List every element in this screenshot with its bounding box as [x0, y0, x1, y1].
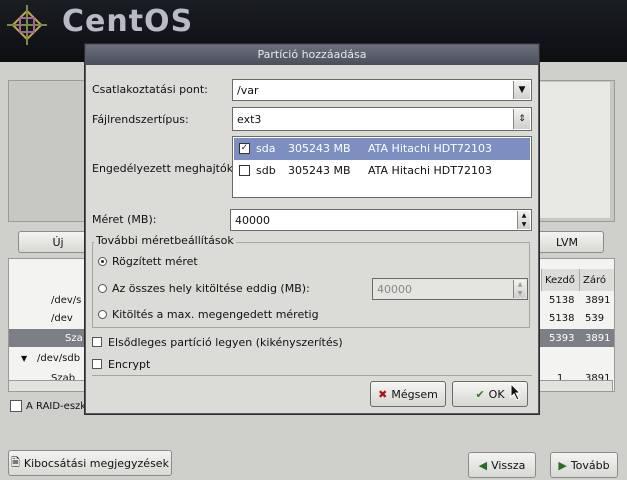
mount-point-label: Csatlakoztatási pont:: [92, 83, 208, 96]
column-header-end[interactable]: Záró: [579, 269, 614, 291]
fill-up-to-spinbox[interactable]: 40000 ▲ ▼: [372, 278, 528, 300]
spin-arrows-icon[interactable]: ▲ ▼: [513, 280, 526, 298]
mount-point-value: /var: [237, 83, 259, 97]
row-device: /dev/s: [51, 294, 82, 306]
size-spinbox[interactable]: 40000 ▲ ▼: [230, 209, 532, 231]
fstype-select[interactable]: ext3 ⇕: [232, 107, 532, 131]
back-label: Vissza: [491, 458, 526, 472]
row-device: /dev: [51, 312, 73, 324]
chevron-down-icon[interactable]: ▼: [513, 81, 530, 99]
size-value: 40000: [235, 213, 270, 227]
drive-model: ATA Hitachi HDT72103: [368, 164, 492, 177]
drive-size: 305243 MB: [288, 142, 351, 155]
fill-up-to-radio[interactable]: [98, 284, 107, 293]
fixed-size-radio[interactable]: [98, 257, 107, 266]
next-button[interactable]: ▶ Tovább: [550, 452, 618, 478]
new-partition-label: Új: [52, 235, 64, 249]
cancel-label: Mégsem: [391, 387, 438, 401]
arrow-right-icon: ▶: [558, 458, 567, 472]
fill-max-label[interactable]: Kitöltés a max. megengedett méretig: [112, 308, 319, 321]
partition-graph-segment: [540, 82, 610, 218]
updown-arrows-icon[interactable]: ⇕: [513, 109, 530, 129]
lvm-label: LVM: [556, 235, 578, 249]
checkbox-box[interactable]: [10, 400, 22, 412]
drive-row-sda[interactable]: ✓ sda 305243 MB ATA Hitachi HDT72103: [234, 138, 530, 160]
arrow-left-icon: ◀: [478, 458, 488, 472]
document-icon: 🗎: [11, 455, 20, 469]
fstype-label: Fájlrendszertípus:: [92, 113, 189, 126]
size-label: Méret (MB):: [92, 213, 157, 226]
add-partition-dialog: Partíció hozzáadása Csatlakoztatási pont…: [85, 44, 539, 414]
release-notes-label: Kibocsátási megjegyzések: [23, 456, 169, 470]
encrypt-checkbox[interactable]: [92, 359, 102, 369]
primary-partition-label[interactable]: Elsődleges partíció legyen (kikényszerít…: [108, 336, 343, 349]
drive-checkbox[interactable]: [239, 165, 250, 176]
ok-label: OK: [488, 387, 505, 401]
row-end: 3891: [585, 332, 611, 344]
lvm-button[interactable]: LVM: [530, 231, 604, 253]
next-label: Tovább: [570, 458, 610, 472]
mouse-cursor-icon: [510, 383, 522, 401]
fill-up-to-value: 40000: [377, 282, 412, 296]
close-icon: ✖: [378, 387, 388, 401]
drive-size: 305243 MB: [288, 164, 351, 177]
row-device: Sza: [65, 332, 83, 344]
button-separator: [92, 375, 532, 376]
mount-point-combo[interactable]: /var ▼: [232, 79, 532, 101]
column-header-start[interactable]: Kezdő: [541, 269, 579, 291]
row-start: 5138: [549, 312, 575, 324]
drive-name: sda: [256, 142, 276, 155]
row-start: 5393: [549, 332, 575, 344]
size-options-title: További méretbeállítások: [94, 234, 236, 247]
fill-up-to-label[interactable]: Az összes hely kitöltése eddig (MB):: [112, 282, 310, 295]
raid-checkbox[interactable]: A RAID-eszk: [10, 400, 86, 412]
brand-name: CentOS: [62, 4, 194, 39]
encrypt-label[interactable]: Encrypt: [108, 358, 150, 371]
dialog-title: Partíció hozzáadása: [86, 45, 538, 65]
drives-list[interactable]: ✓ sda 305243 MB ATA Hitachi HDT72103 sdb…: [232, 136, 532, 198]
drive-checkbox-checked[interactable]: ✓: [239, 143, 250, 154]
expander-icon[interactable]: ▼: [21, 354, 27, 363]
drive-row-sdb[interactable]: sdb 305243 MB ATA Hitachi HDT72103: [234, 160, 530, 182]
checkmark-icon: ✔: [475, 387, 485, 401]
raid-checkbox-label: A RAID-eszk: [26, 400, 87, 412]
row-end: 539: [585, 312, 605, 324]
drive-name: sdb: [256, 164, 276, 177]
spin-arrows-icon[interactable]: ▲ ▼: [517, 211, 530, 229]
drive-model: ATA Hitachi HDT72103: [368, 142, 492, 155]
row-start: 5138: [549, 294, 575, 306]
row-end: 3891: [585, 294, 611, 306]
back-button[interactable]: ◀ Vissza: [468, 452, 536, 478]
fill-max-radio[interactable]: [98, 310, 107, 319]
fixed-size-label[interactable]: Rögzített méret: [112, 255, 198, 268]
primary-partition-checkbox[interactable]: [92, 337, 102, 347]
centos-logo-icon: [7, 5, 47, 45]
cancel-button[interactable]: ✖ Mégsem: [370, 381, 446, 407]
drives-label: Engedélyezett meghajtók:: [92, 162, 237, 175]
row-device: /dev/sdb: [37, 352, 81, 364]
release-notes-button[interactable]: 🗎 Kibocsátási megjegyzések: [8, 450, 172, 476]
fstype-value: ext3: [237, 112, 262, 126]
